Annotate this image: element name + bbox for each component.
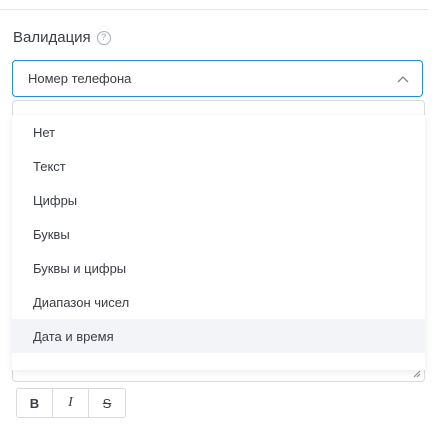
dropdown-option[interactable]: Буквы <box>12 217 425 251</box>
dropdown-option[interactable]: Нет <box>12 115 425 149</box>
validation-select[interactable]: Номер телефона <box>12 60 423 97</box>
chevron-up-icon[interactable] <box>396 74 410 84</box>
dropdown-option[interactable]: Цифры <box>12 183 425 217</box>
option-label: Буквы и цифры <box>33 260 127 276</box>
validation-select-value: Номер телефона <box>28 71 132 86</box>
resize-grip-icon[interactable] <box>413 370 421 378</box>
dropdown-option[interactable]: Буквы и цифры <box>12 251 425 285</box>
strikethrough-button[interactable]: S <box>89 389 125 417</box>
format-toolbar: B I S <box>16 388 126 418</box>
italic-button[interactable]: I <box>53 389 89 417</box>
help-circle-icon[interactable]: ? <box>96 30 111 45</box>
validation-dropdown-menu: Нет Текст Цифры Буквы Буквы и цифры Диап… <box>12 115 425 370</box>
help-icon-glyph: ? <box>101 32 107 42</box>
validation-label: Валидация <box>13 29 91 46</box>
dropdown-option[interactable]: Диапазон чисел <box>12 285 425 319</box>
section-divider <box>0 9 428 10</box>
dropdown-option-cutoff[interactable] <box>12 353 425 370</box>
option-label: Цифры <box>33 192 78 208</box>
validation-label-row: Валидация ? <box>13 29 111 46</box>
bold-button[interactable]: B <box>17 389 53 417</box>
option-label: Дата и время <box>33 328 114 344</box>
dropdown-option[interactable]: Текст <box>12 149 425 183</box>
form-page: Валидация ? Номер телефона B I S Нет Тек… <box>0 0 442 448</box>
dropdown-option-highlighted[interactable]: Дата и время <box>12 319 425 353</box>
option-label: Нет <box>33 124 56 140</box>
option-label: Диапазон чисел <box>33 294 130 310</box>
option-label: Текст <box>33 158 66 174</box>
option-label: Буквы <box>33 226 70 242</box>
